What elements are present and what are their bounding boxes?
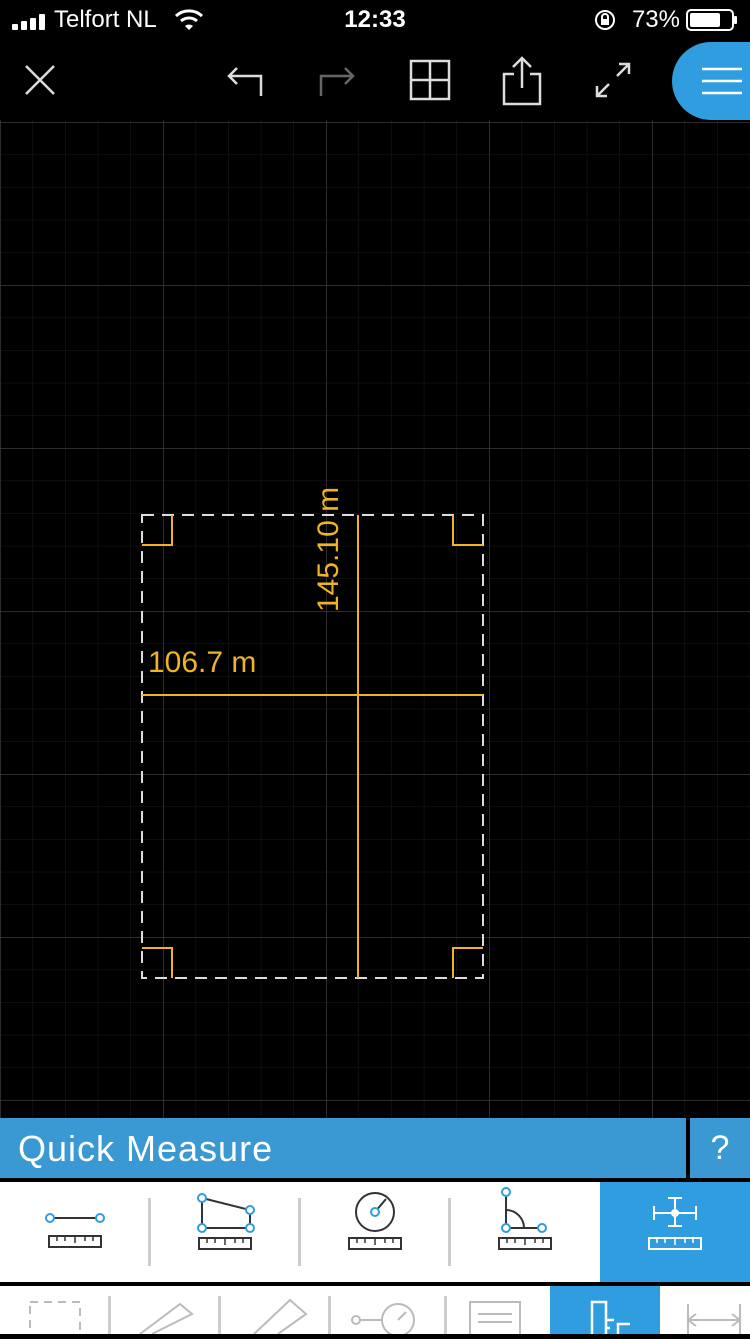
quick-measure-icon [648,1197,702,1250]
angled-measure-icon [197,1193,255,1250]
expand-icon [595,62,631,98]
measure-tools-row [0,1182,750,1282]
layout-tool[interactable] [550,1286,660,1334]
text-box-icon[interactable] [454,1286,554,1334]
close-button[interactable] [5,40,75,120]
undo-icon [227,67,263,96]
redo-icon [319,67,355,96]
status-bar: Telfort NL 12:33 73% [0,0,750,40]
angled-measure-tool[interactable] [150,1182,300,1282]
close-icon [25,65,55,95]
fullscreen-button[interactable] [578,40,648,120]
pencil-icon[interactable] [120,1286,220,1334]
drawing-tools-row [0,1286,750,1334]
battery-icon [686,9,737,31]
rectangle-select-icon[interactable] [0,1286,120,1334]
grid-view-button[interactable] [395,40,465,120]
rotation-lock-icon [595,10,615,30]
dimension-tool-icon[interactable] [660,1286,750,1334]
radius-measure-tool[interactable] [300,1182,450,1282]
battery-percentage: 73% [631,6,680,33]
circle-tool-icon[interactable] [340,1286,440,1334]
radius-measure-icon [348,1192,402,1250]
help-button[interactable]: ? [690,1118,750,1178]
height-dimension-label: 145.10 m [312,487,345,612]
redo-button[interactable] [302,40,372,120]
angle-measure-icon [498,1187,552,1250]
panel-title: Quick Measure [18,1128,274,1169]
eraser-icon[interactable] [232,1286,332,1334]
linear-measure-tool[interactable] [0,1182,150,1282]
angle-measure-tool[interactable] [450,1182,600,1282]
top-toolbar [0,40,750,120]
grid-view-icon [409,59,451,101]
menu-button[interactable] [672,42,750,120]
width-dimension-label: 106.7 m [148,646,256,679]
quick-measure-tool[interactable] [600,1182,750,1282]
undo-button[interactable] [210,40,280,120]
share-button[interactable] [487,40,557,120]
panel-header: Quick Measure [0,1118,686,1178]
hamburger-menu-icon [702,67,742,95]
share-icon [502,56,542,106]
layout-tool-icon [590,1300,630,1334]
linear-measure-icon [45,1213,105,1248]
